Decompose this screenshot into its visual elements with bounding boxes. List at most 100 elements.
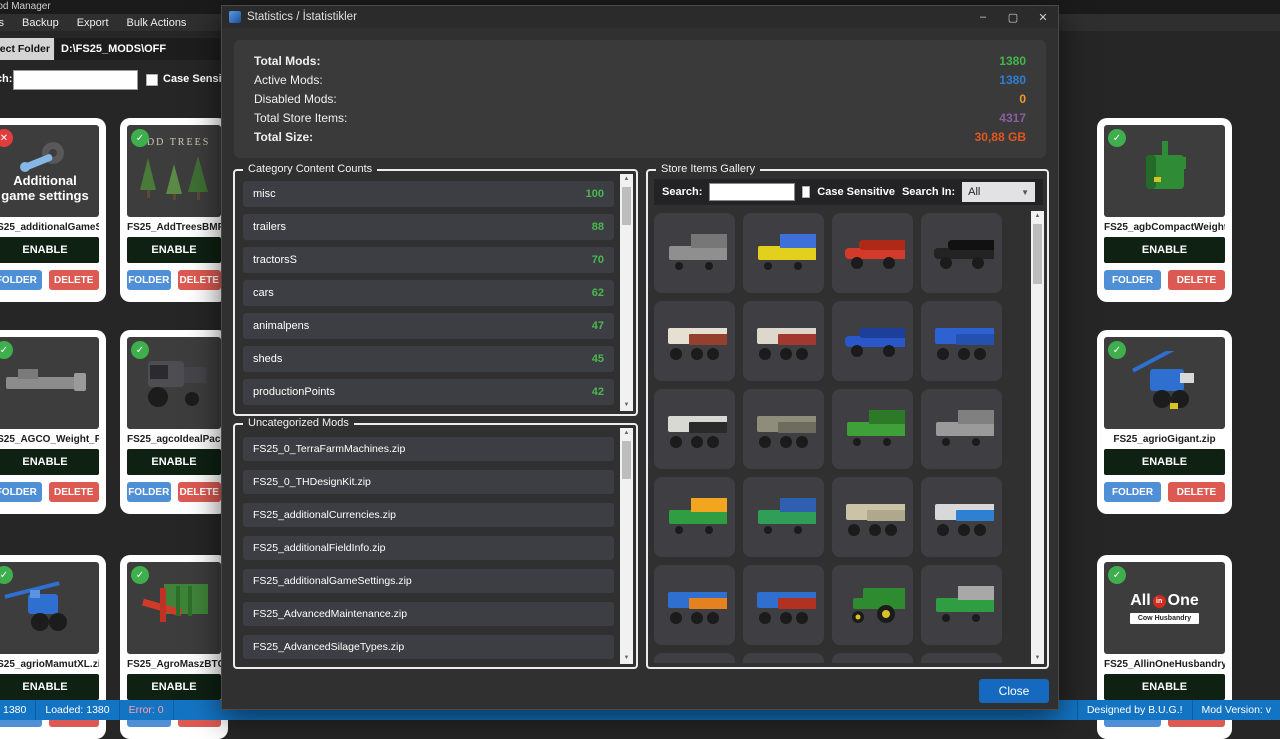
scrollbar[interactable]: ▲ ▼ (620, 174, 633, 411)
gallery-search-input[interactable] (709, 183, 794, 201)
store-item-gray-implement[interactable] (921, 389, 1002, 469)
category-list: misc 100 trailers 88 tractorsS 70 cars 6… (243, 181, 614, 410)
folder-button[interactable]: FOLDER (1104, 482, 1161, 502)
store-item-green-tractor[interactable] (832, 565, 913, 645)
store-item-green-blade[interactable] (743, 477, 824, 557)
close-button[interactable]: Close (979, 679, 1049, 703)
enable-button[interactable]: ENABLE (127, 449, 221, 475)
category-row: misc 100 (243, 181, 614, 207)
scrollbar[interactable]: ▲ ▼ (1031, 211, 1044, 664)
category-row: sheds 45 (243, 346, 614, 372)
folder-button[interactable]: FOLDER (127, 482, 171, 502)
close-icon[interactable]: ✕ (1028, 6, 1058, 28)
enable-button[interactable]: ENABLE (1104, 237, 1225, 263)
logo-text: One (1168, 592, 1199, 610)
mod-filename: FS25_AddTreesBMP.zip (127, 222, 221, 233)
scroll-up-icon[interactable]: ▲ (1035, 211, 1041, 222)
menu-backup[interactable]: Backup (22, 17, 59, 29)
mod-thumbnail: ✕ Additional game settings (0, 125, 99, 217)
store-item-blue-dump-truck[interactable] (921, 477, 1002, 557)
delete-button[interactable]: DELETE (49, 482, 100, 502)
category-count: 47 (592, 320, 604, 332)
store-item-yellow-sprayer[interactable] (743, 213, 824, 293)
mod-row: FS25_additionalCurrencies.zip (243, 503, 614, 527)
scroll-thumb[interactable] (1033, 224, 1042, 284)
gallery-search-label: Search: (662, 186, 702, 198)
store-item-tan-truck[interactable] (832, 477, 913, 557)
menu-export[interactable]: Export (77, 17, 109, 29)
stat-value: 1380 (999, 73, 1026, 87)
category-name: trailers (253, 221, 286, 233)
enable-button[interactable]: ENABLE (0, 449, 99, 475)
folder-button[interactable]: FOLDER (127, 270, 171, 290)
scroll-up-icon[interactable]: ▲ (624, 428, 630, 439)
folder-path-field[interactable]: D:\FS25_MODS\OFF (55, 38, 220, 60)
scroll-up-icon[interactable]: ▲ (624, 174, 630, 185)
scroll-down-icon[interactable]: ▼ (624, 653, 630, 664)
store-item-black-muscle-car[interactable] (921, 213, 1002, 293)
status-check-icon: ✓ (1108, 129, 1126, 147)
delete-button[interactable]: DELETE (1168, 270, 1225, 290)
delete-button[interactable]: DELETE (49, 270, 100, 290)
maximize-icon[interactable]: ▢ (998, 6, 1028, 28)
search-in-dropdown[interactable]: All ▼ (962, 182, 1035, 202)
store-item-frame-implement[interactable] (654, 213, 735, 293)
scroll-down-icon[interactable]: ▼ (1035, 653, 1041, 664)
store-item-partial-1[interactable] (654, 653, 735, 663)
vehicle-icon (752, 406, 816, 452)
folder-button[interactable]: FOLDER (1104, 270, 1161, 290)
mod-thumbnail: ✓ (0, 337, 99, 429)
stat-row: Total Store Items: 4317 (254, 108, 1026, 127)
store-item-partial-4[interactable] (921, 653, 1002, 663)
store-item-orange-bed-truck[interactable] (654, 565, 735, 645)
scroll-thumb[interactable] (622, 441, 631, 479)
dialog-titlebar[interactable]: Statistics / İstatistikler – ▢ ✕ (222, 6, 1058, 28)
gallery-case-sensitive-checkbox[interactable] (802, 186, 811, 198)
delete-button[interactable]: DELETE (178, 482, 222, 502)
enable-button[interactable]: ENABLE (1104, 449, 1225, 475)
vehicle-icon (752, 318, 816, 364)
folder-button[interactable]: FOLDER (0, 482, 42, 502)
scroll-thumb[interactable] (622, 187, 631, 225)
store-item-military-truck[interactable] (743, 389, 824, 469)
select-folder-button[interactable]: Select Folder (0, 38, 54, 60)
store-item-green-spreader[interactable] (921, 565, 1002, 645)
enable-button[interactable]: ENABLE (127, 237, 221, 263)
store-item-partial-2[interactable] (743, 653, 824, 663)
enable-button[interactable]: ENABLE (1104, 674, 1225, 700)
store-item-blue-pickup[interactable] (921, 301, 1002, 381)
stat-value: 1380 (999, 54, 1026, 68)
store-item-log-truck[interactable] (743, 565, 824, 645)
category-count: 62 (592, 287, 604, 299)
category-row: productionPoints 42 (243, 379, 614, 405)
delete-button[interactable]: DELETE (178, 270, 222, 290)
dialog-icon (229, 11, 241, 23)
enable-button[interactable]: ENABLE (0, 674, 99, 700)
enable-button[interactable]: ENABLE (0, 237, 99, 263)
minimize-icon[interactable]: – (968, 6, 998, 28)
mod-filename: FS25_AGCO_Weight_Push... (0, 434, 99, 445)
delete-button[interactable]: DELETE (1168, 482, 1225, 502)
mod-thumbnail: ✓ (1104, 125, 1225, 217)
store-item-green-planter[interactable] (832, 389, 913, 469)
folder-button[interactable]: FOLDER (0, 270, 42, 290)
menu-bulk-actions[interactable]: Bulk Actions (127, 17, 187, 29)
search-input[interactable] (13, 70, 138, 90)
store-item-red-white-pickup[interactable] (654, 301, 735, 381)
vehicle-icon (663, 494, 727, 540)
store-item-red-classic-car[interactable] (832, 213, 913, 293)
store-item-blue-suv[interactable] (832, 301, 913, 381)
store-item-white-semi-truck[interactable] (743, 301, 824, 381)
menu-statistics[interactable]: Statistics (0, 17, 4, 29)
groupbox-title: Uncategorized Mods (243, 417, 354, 429)
scrollbar[interactable]: ▲ ▼ (620, 428, 633, 664)
enable-button[interactable]: ENABLE (127, 674, 221, 700)
store-item-white-pickup[interactable] (654, 389, 735, 469)
status-check-icon: ✓ (131, 566, 149, 584)
scroll-down-icon[interactable]: ▼ (624, 400, 630, 411)
category-count: 70 (592, 254, 604, 266)
store-item-green-leveler[interactable] (654, 477, 735, 557)
category-count: 88 (592, 221, 604, 233)
store-item-partial-3[interactable] (832, 653, 913, 663)
case-sensitive-checkbox[interactable] (146, 74, 158, 86)
